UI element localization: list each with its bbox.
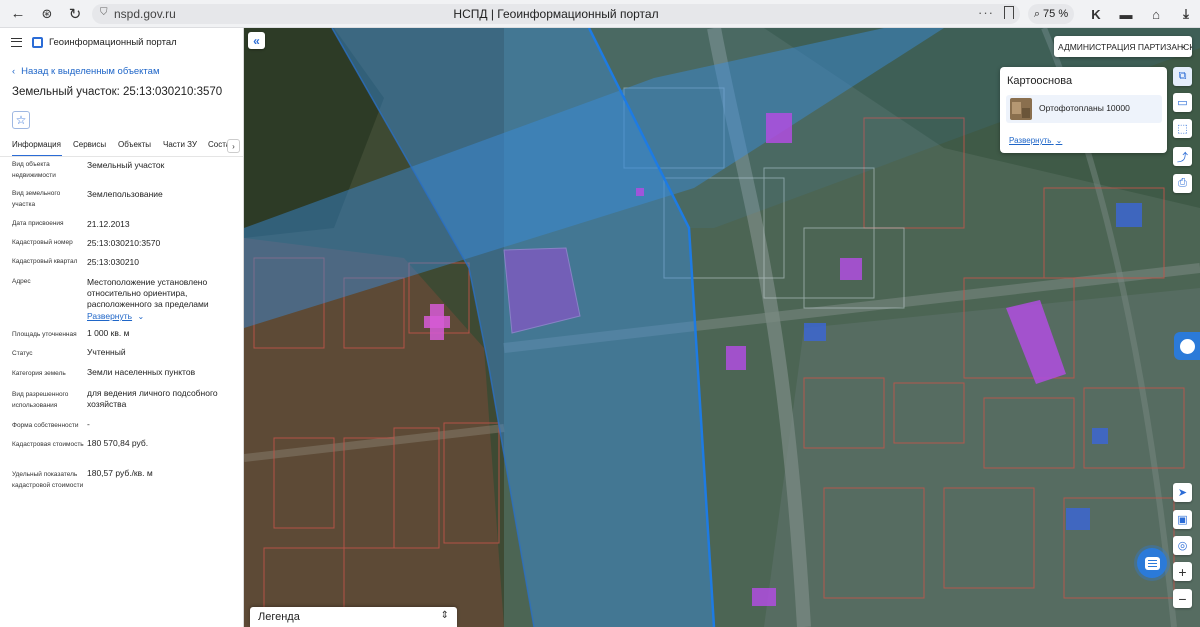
- portal-title: Геоинформационный портал: [49, 36, 177, 48]
- zoom-level: 75 %: [1043, 8, 1069, 20]
- assistant-icon: [1179, 338, 1195, 354]
- property-value: 180,57 руб./кв. м: [87, 468, 153, 478]
- basemap-option-label: Ортофотопланы 10000: [1039, 103, 1130, 113]
- minimap-icon[interactable]: ▣: [1173, 510, 1192, 529]
- browser-toolbar: ← ⊛ ↻ ⛉ nspd.gov.ru НСПД | Геоинформацио…: [0, 0, 1200, 28]
- portal-logo-icon: [32, 36, 43, 48]
- chevron-down-icon: ⌄: [137, 312, 145, 321]
- property-value: -: [87, 419, 90, 429]
- property-label: Кадастровый квартал: [12, 258, 78, 265]
- property-label: Статус: [12, 350, 33, 357]
- menu-icon[interactable]: [11, 37, 22, 47]
- tab-services[interactable]: Сервисы: [73, 137, 109, 156]
- protect-icon[interactable]: ⊛: [33, 0, 61, 28]
- tab-objects[interactable]: Объекты: [118, 137, 153, 156]
- zoom-in-button[interactable]: +: [1173, 562, 1192, 581]
- zoom-indicator[interactable]: ⌕ 75 %: [1028, 4, 1074, 24]
- tab-information[interactable]: Информация: [12, 137, 62, 156]
- orthophoto-thumbnail: [1010, 98, 1032, 120]
- chevron-down-icon: ⌄: [1055, 136, 1063, 145]
- property-value: Местоположение установлено относительно …: [87, 277, 209, 309]
- property-value: 25:13:030210:3570: [87, 238, 161, 248]
- zoom-magnifier-icon: ⌕: [1033, 7, 1041, 20]
- legend-panel[interactable]: Легенда ⇕: [250, 607, 457, 627]
- basemap-panel: Картооснова Ортофотопланы 10000 Разверну…: [1000, 67, 1167, 153]
- property-value: 1 000 кв. м: [87, 328, 130, 338]
- basemap-expand-link[interactable]: Развернуть ⌄: [1009, 136, 1062, 145]
- zoom-out-button[interactable]: −: [1173, 589, 1192, 608]
- extension-hat-icon[interactable]: ▬: [1116, 4, 1136, 24]
- chat-icon: [1144, 556, 1160, 570]
- property-value: Землепользование: [87, 189, 163, 199]
- extension-shirt-icon[interactable]: ⌂: [1146, 4, 1166, 24]
- extension-k-icon[interactable]: K: [1086, 4, 1106, 24]
- basemap-option[interactable]: Ортофотопланы 10000: [1006, 95, 1162, 123]
- collapse-panel-button[interactable]: «: [248, 32, 265, 49]
- property-label: Вид земельного участка: [12, 190, 61, 208]
- locate-icon[interactable]: ➤: [1173, 483, 1192, 502]
- info-tabs: Информация Сервисы Объекты Части ЗУ Сост…: [0, 137, 243, 157]
- property-label: Дата присвоения: [12, 220, 64, 227]
- share-icon[interactable]: ⤴: [1173, 147, 1192, 166]
- legend-title: Легенда: [258, 611, 300, 623]
- more-dots-icon[interactable]: ···: [978, 5, 994, 20]
- property-value: 21.12.2013: [87, 219, 130, 229]
- property-value: 180 570,84 руб.: [87, 438, 149, 448]
- panel-header: Геоинформационный портал: [0, 28, 243, 56]
- layer-select-value: АДМИНИСТРАЦИЯ ПАРТИЗАНСКОГО: [1058, 41, 1192, 52]
- layer-select[interactable]: АДМИНИСТРАЦИЯ ПАРТИЗАНСКОГО ⌄: [1054, 36, 1192, 57]
- favorite-star-icon[interactable]: ☆: [12, 111, 30, 129]
- property-label: Категория земель: [12, 370, 66, 377]
- chevron-left-icon: ‹: [12, 65, 16, 77]
- bookmark-icon[interactable]: [1004, 6, 1014, 19]
- property-label: Форма собственности: [12, 422, 79, 429]
- extensions-bar: K ▬ ⌂ ⤓: [1086, 4, 1196, 24]
- layers-tool-icon[interactable]: ⧉: [1173, 67, 1192, 86]
- print-icon[interactable]: ⎙: [1173, 174, 1192, 193]
- chevron-down-icon: ⌄: [1179, 40, 1187, 50]
- property-value: для ведения личного подсобного хозяйства: [87, 388, 218, 409]
- back-arrow-icon[interactable]: ←: [4, 0, 32, 28]
- assistant-badge[interactable]: [1174, 332, 1200, 360]
- property-value: Земли населенных пунктов: [87, 367, 196, 377]
- basemap-expand-label: Развернуть: [1009, 136, 1052, 145]
- property-label: Удельный показатель кадастровой стоимост…: [12, 471, 84, 489]
- property-label: Кадастровая стоимость: [12, 441, 84, 448]
- address-expand-link[interactable]: Развернуть ⌄: [87, 311, 237, 322]
- page-tab-title: НСПД | Геоинформационный портал: [453, 7, 659, 21]
- back-link-label: Назад к выделенным объектам: [21, 65, 160, 77]
- object-title: Земельный участок: 25:13:030210:3570: [12, 86, 223, 98]
- reload-icon[interactable]: ↻: [61, 0, 89, 28]
- property-label: Площадь уточненная: [12, 331, 77, 338]
- address-bar[interactable]: ⛉ nspd.gov.ru НСПД | Геоинформационный п…: [92, 4, 1020, 24]
- property-value: 25:13:030210: [87, 257, 139, 267]
- expand-label: Развернуть: [87, 311, 133, 321]
- tab-parcel-parts[interactable]: Части ЗУ: [163, 137, 198, 156]
- tabs-next-icon[interactable]: ›: [227, 139, 240, 153]
- property-value: Земельный участок: [87, 160, 165, 170]
- property-label: Вид разрешенного использования: [12, 391, 69, 409]
- download-icon[interactable]: ⤓: [1176, 4, 1196, 24]
- object-info-panel: Геоинформационный портал ‹ Назад к выдел…: [0, 28, 244, 627]
- back-to-selected-link[interactable]: ‹ Назад к выделенным объектам: [12, 64, 243, 78]
- basemap-title: Картооснова: [1007, 75, 1073, 87]
- property-label: Кадастровый номер: [12, 239, 73, 246]
- expand-collapse-icon[interactable]: ⇕: [441, 610, 449, 621]
- property-label: Вид объекта недвижимости: [12, 161, 56, 179]
- measure-tool-icon[interactable]: ▭: [1173, 93, 1192, 112]
- chat-button[interactable]: [1137, 548, 1167, 578]
- select-area-tool-icon[interactable]: ⬚: [1173, 119, 1192, 138]
- property-label: Адрес: [12, 278, 31, 285]
- property-value: Учтенный: [87, 347, 126, 357]
- geolocation-icon[interactable]: ◎: [1173, 536, 1192, 555]
